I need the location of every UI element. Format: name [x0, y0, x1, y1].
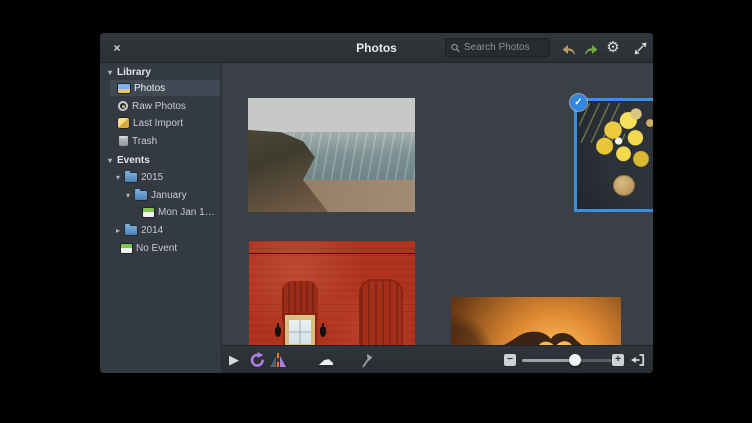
- sidebar-item-label: Photos: [134, 83, 165, 94]
- folder-icon: [135, 191, 147, 200]
- sidebar-item-label: 2015: [141, 172, 163, 183]
- sidebar-item-label: No Event: [136, 243, 177, 254]
- sidebar-item-trash[interactable]: Trash: [100, 133, 220, 149]
- sidebar: ▾ Library Photos Raw Photos Last Import …: [100, 63, 222, 373]
- play-icon: ▶: [229, 352, 239, 368]
- chevron-down-icon[interactable]: ▾: [113, 173, 123, 182]
- sidebar-item-label: Trash: [132, 136, 157, 147]
- flip-button[interactable]: [269, 346, 287, 373]
- sidebar-item-last-import[interactable]: Last Import: [100, 115, 220, 131]
- photo-detail: [289, 320, 311, 344]
- rotate-icon: [249, 352, 265, 368]
- selected-check-badge[interactable]: ✓: [570, 94, 587, 111]
- sidebar-item-2015[interactable]: ▾ 2015: [100, 169, 220, 185]
- photo-detail: [613, 175, 635, 196]
- undo-button[interactable]: [558, 38, 578, 58]
- chevron-down-icon[interactable]: ▾: [105, 68, 115, 77]
- folder-icon: [125, 226, 137, 235]
- photos-app-window: × Photos ⚙: [100, 33, 653, 373]
- sidebar-item-label: Raw Photos: [132, 101, 186, 112]
- slideshow-button[interactable]: ▶: [226, 346, 242, 373]
- chevron-down-icon[interactable]: ▾: [105, 156, 115, 165]
- event-icon: [121, 244, 132, 253]
- expand-icon: [634, 42, 647, 55]
- section-label: Library: [117, 67, 151, 78]
- sidebar-item-label: Last Import: [133, 118, 183, 129]
- zoom-slider-track[interactable]: [522, 359, 612, 362]
- photo-detail: [629, 105, 653, 135]
- adjust-tools-button[interactable]: [357, 346, 375, 373]
- sidebar-item-mon-jan-12[interactable]: Mon Jan 12, 20…: [100, 204, 220, 220]
- zoom-slider-handle[interactable]: [569, 354, 581, 366]
- sidebar-item-label: January: [151, 190, 187, 201]
- sidebar-toggle-icon: [630, 352, 646, 368]
- sidebar-item-label: Mon Jan 12, 20…: [158, 207, 220, 218]
- redo-button[interactable]: [581, 38, 601, 58]
- raw-photos-icon: [118, 101, 128, 111]
- photo-grid: ✓: [222, 63, 653, 373]
- rotate-button[interactable]: [248, 346, 266, 373]
- sidebar-toggle-button[interactable]: [628, 346, 648, 373]
- redo-icon: [584, 42, 599, 55]
- section-label: Events: [117, 155, 150, 166]
- fullscreen-button[interactable]: [630, 38, 650, 58]
- chevron-down-icon[interactable]: ▾: [123, 191, 133, 200]
- photo-detail: [275, 327, 281, 337]
- sidebar-item-label: 2014: [141, 225, 163, 236]
- bottom-toolbar: ▶ ☁ − +: [222, 345, 653, 373]
- publish-button[interactable]: ☁: [316, 346, 336, 373]
- search-icon: [451, 43, 460, 53]
- folder-icon: [125, 173, 137, 182]
- zoom-in-button[interactable]: +: [612, 354, 624, 366]
- sidebar-item-no-event[interactable]: No Event: [100, 240, 220, 256]
- photo-thumbnail-coastal-cliff[interactable]: [248, 98, 415, 212]
- sidebar-item-january[interactable]: ▾ January: [100, 187, 220, 203]
- search-input[interactable]: [464, 42, 544, 53]
- photo-detail: [249, 253, 415, 254]
- event-icon: [143, 208, 154, 217]
- undo-icon: [561, 42, 576, 55]
- header-bar: × Photos ⚙: [100, 33, 653, 63]
- photo-detail: [577, 101, 653, 209]
- sidebar-item-photos[interactable]: Photos: [110, 80, 220, 96]
- photo-detail: [320, 327, 326, 337]
- settings-button[interactable]: ⚙: [603, 38, 623, 58]
- tool-icon: [359, 353, 374, 368]
- photos-icon: [118, 84, 130, 93]
- chevron-right-icon[interactable]: ▸: [113, 226, 123, 235]
- sidebar-item-raw-photos[interactable]: Raw Photos: [100, 98, 220, 114]
- last-import-icon: [118, 118, 129, 128]
- zoom-out-button[interactable]: −: [504, 354, 516, 366]
- search-field[interactable]: [445, 38, 550, 57]
- trash-icon: [119, 136, 128, 146]
- flip-horizontal-icon: [270, 353, 286, 367]
- sidebar-section-events[interactable]: ▾ Events: [100, 152, 220, 168]
- sidebar-section-library[interactable]: ▾ Library: [100, 64, 220, 80]
- photo-thumbnail-still-life-selected[interactable]: ✓: [574, 98, 653, 212]
- gear-icon: ⚙: [606, 38, 619, 58]
- cloud-icon: ☁: [318, 350, 334, 370]
- sidebar-item-2014[interactable]: ▸ 2014: [100, 222, 220, 238]
